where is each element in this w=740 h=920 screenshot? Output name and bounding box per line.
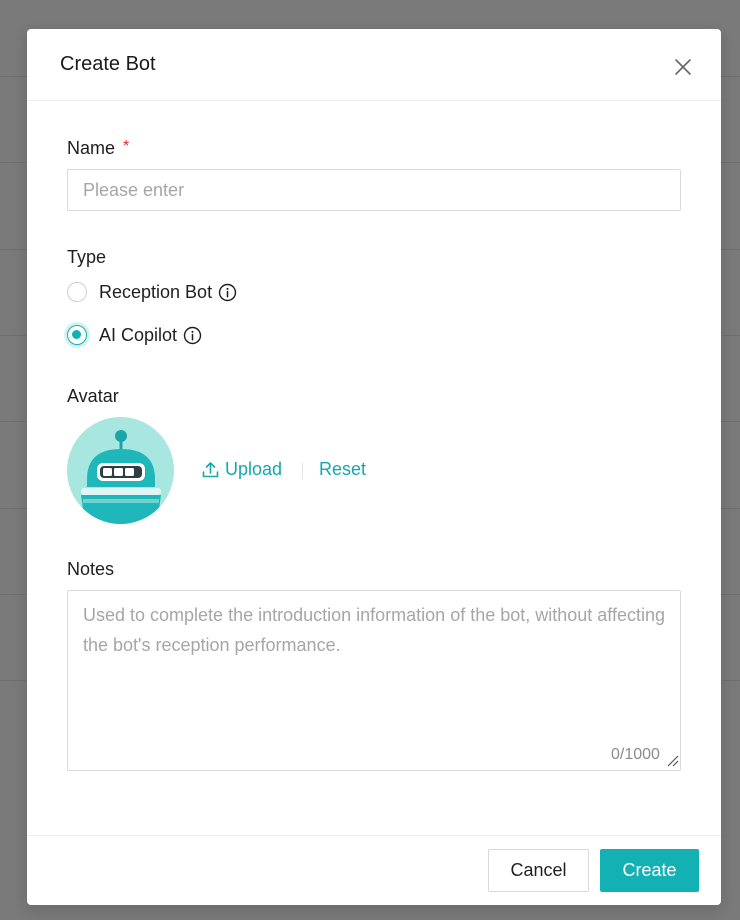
radio-button[interactable]: [67, 282, 87, 302]
close-icon: [675, 59, 691, 75]
type-label: Type: [67, 247, 107, 267]
required-mark: *: [123, 138, 130, 155]
radio-label: Reception Bot: [99, 281, 213, 302]
cancel-button[interactable]: Cancel: [488, 849, 589, 892]
dialog-footer: Cancel Create: [27, 835, 721, 905]
bot-avatar: [67, 417, 174, 524]
avatar-label: Avatar: [67, 386, 119, 406]
dialog-title: Create Bot: [60, 53, 156, 75]
radio-ai-copilot[interactable]: AI Copilot: [67, 322, 202, 348]
robot-avatar-icon: [67, 417, 174, 524]
upload-icon: [202, 462, 219, 478]
name-input[interactable]: [67, 169, 681, 211]
upload-label: Upload: [225, 459, 283, 479]
name-field-label: Name *: [67, 138, 129, 159]
create-button[interactable]: Create: [600, 849, 699, 892]
radio-button-checked[interactable]: [67, 325, 87, 345]
info-icon[interactable]: [183, 326, 202, 345]
resize-handle-icon[interactable]: [667, 755, 679, 767]
name-label: Name: [67, 138, 116, 158]
notes-textarea[interactable]: [67, 590, 681, 771]
link-divider: [302, 463, 303, 479]
info-icon[interactable]: [218, 283, 237, 302]
radio-reception-bot[interactable]: Reception Bot: [67, 279, 237, 305]
create-bot-dialog: Create Bot Name * Type Reception Bot AI C…: [27, 29, 721, 905]
notes-label: Notes: [67, 559, 115, 579]
upload-link[interactable]: Upload: [202, 459, 282, 480]
radio-label: AI Copilot: [99, 324, 178, 345]
character-counter: 0/1000: [611, 746, 660, 763]
reset-link[interactable]: Reset: [319, 459, 366, 480]
dialog-header: Create Bot: [27, 29, 721, 101]
close-button[interactable]: [669, 53, 697, 81]
